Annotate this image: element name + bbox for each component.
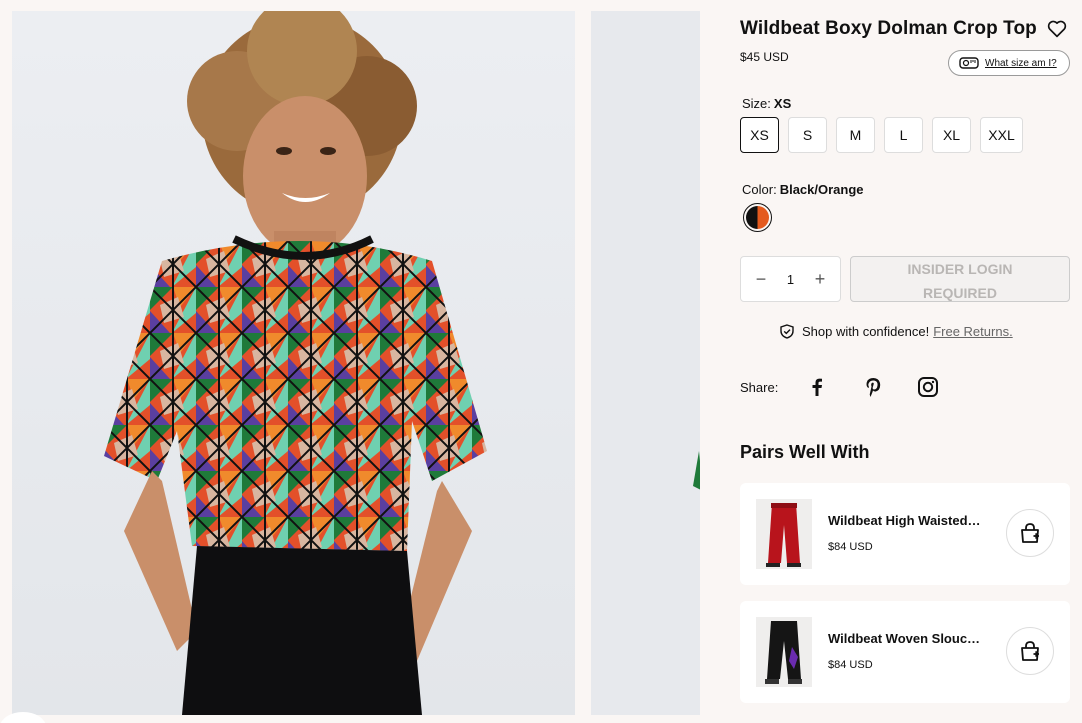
shopping-bag-plus-icon [1021, 523, 1039, 543]
pairs-product-price: $84 USD [828, 541, 873, 553]
shop-confidence: Shop with confidence! Free Returns. [780, 324, 1013, 339]
pairs-product-name[interactable]: Wildbeat High Waisted… [828, 513, 981, 528]
product-page: Wildbeat Boxy Dolman Crop Top $45 USD Wh… [0, 0, 1082, 723]
pairs-well-with-title: Pairs Well With [740, 442, 870, 462]
pairs-thumbnail[interactable] [756, 499, 812, 569]
cart-button-line1: INSIDER LOGIN [907, 261, 1013, 277]
size-label: Size: XS [742, 96, 791, 111]
shopping-bag-plus-icon [1021, 641, 1039, 661]
quantity-decrease-button[interactable]: − [753, 270, 769, 288]
confidence-text: Shop with confidence! [802, 324, 930, 339]
pairs-product-name[interactable]: Wildbeat Woven Slouc… [828, 631, 980, 646]
product-photo-main[interactable] [12, 11, 575, 715]
pairs-card[interactable]: Wildbeat Woven Slouc… $84 USD [740, 601, 1070, 703]
tape-measure-icon [959, 57, 979, 69]
color-selected: Black/Orange [779, 182, 864, 197]
product-gallery [0, 0, 700, 723]
insider-login-required-button[interactable]: INSIDER LOGIN REQUIRED [850, 256, 1070, 302]
swatch-fill [746, 206, 769, 229]
red-pants-image [756, 499, 812, 569]
shield-check-icon [780, 324, 794, 339]
size-guide-label: What size am I? [985, 57, 1057, 69]
size-selected: XS [773, 96, 792, 111]
pairs-product-price: $84 USD [828, 659, 873, 671]
size-option-xl[interactable]: XL [932, 117, 971, 153]
black-pants-image [756, 617, 812, 687]
size-label-text: Size: [742, 96, 771, 111]
color-label: Color: Black/Orange [742, 182, 864, 197]
free-returns-link[interactable]: Free Returns. [933, 324, 1012, 339]
model-image-secondary [591, 11, 700, 715]
size-option-m[interactable]: M [836, 117, 875, 153]
pairs-card[interactable]: Wildbeat High Waisted… $84 USD [740, 483, 1070, 585]
pinterest-icon[interactable] [862, 376, 884, 398]
share-label: Share: [740, 380, 779, 395]
size-option-xxl[interactable]: XXL [980, 117, 1023, 153]
quantity-stepper: − 1 + [740, 256, 841, 302]
add-to-bag-button[interactable] [1006, 627, 1054, 675]
size-option-s[interactable]: S [788, 117, 827, 153]
color-swatch-black-orange[interactable] [743, 203, 772, 232]
instagram-icon[interactable] [917, 376, 939, 398]
size-guide-button[interactable]: What size am I? [948, 50, 1070, 76]
pairs-thumbnail[interactable] [756, 617, 812, 687]
product-price: $45 USD [740, 50, 789, 64]
product-title: Wildbeat Boxy Dolman Crop Top [740, 18, 1037, 39]
facebook-icon[interactable] [806, 376, 828, 398]
size-option-xs[interactable]: XS [740, 117, 779, 153]
product-details-panel: Wildbeat Boxy Dolman Crop Top $45 USD Wh… [700, 0, 1082, 723]
quantity-increase-button[interactable]: + [812, 270, 828, 288]
color-label-text: Color: [742, 182, 777, 197]
model-image [12, 11, 575, 715]
size-options: XS S M L XL XXL [740, 117, 1032, 153]
add-to-bag-button[interactable] [1006, 509, 1054, 557]
heart-icon[interactable] [1047, 20, 1067, 38]
cart-button-line2: REQUIRED [923, 285, 997, 301]
quantity-value[interactable]: 1 [787, 272, 794, 287]
product-photo-secondary[interactable] [591, 11, 700, 715]
size-option-l[interactable]: L [884, 117, 923, 153]
